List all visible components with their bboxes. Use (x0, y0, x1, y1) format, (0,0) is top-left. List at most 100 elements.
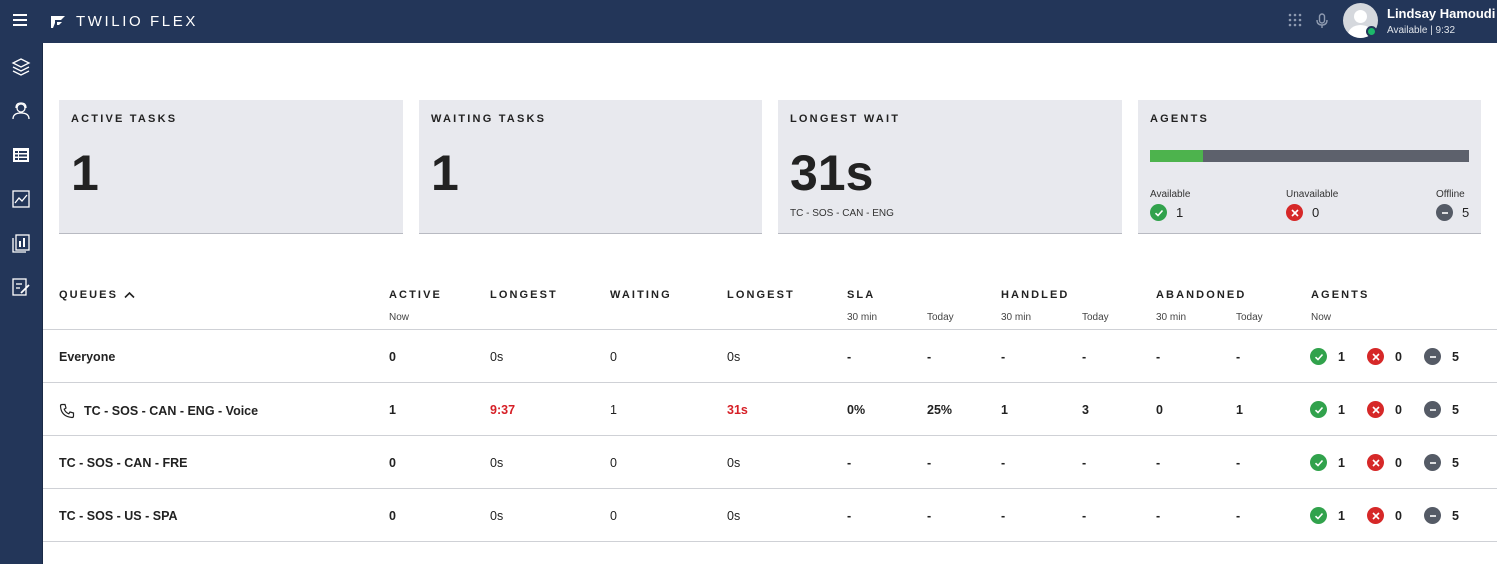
agents-unavailable-count: 0 (1395, 402, 1402, 417)
unavailable-label: Unavailable (1286, 189, 1339, 200)
handled-today: - (1082, 350, 1087, 364)
agents-offline-count: 5 (1452, 508, 1459, 523)
active-column-header[interactable]: ACTIVE (389, 289, 442, 301)
unavailable-agents: 0 (1286, 204, 1319, 221)
hamburger-menu-icon[interactable] (13, 14, 27, 26)
reports-icon[interactable] (11, 233, 31, 253)
queues-stats-icon[interactable] (11, 145, 31, 165)
tasks-icon[interactable] (11, 277, 31, 297)
check-icon (1310, 507, 1327, 524)
agents-available: 1 (1310, 348, 1345, 365)
dialpad-icon[interactable] (1288, 13, 1302, 27)
check-icon (1310, 401, 1327, 418)
offline-count: 5 (1462, 205, 1470, 220)
sla-30min: - (847, 509, 852, 523)
agents-offline-count: 5 (1452, 349, 1459, 364)
queues-table-header: QUEUES ACTIVE LONGEST WAITING LONGEST SL… (43, 280, 1497, 330)
active-now: 0 (389, 350, 396, 364)
available-count: 1 (1176, 205, 1184, 220)
waiting-column-header[interactable]: WAITING (610, 289, 672, 301)
agents-unavailable-count: 0 (1395, 349, 1402, 364)
abandoned-today: - (1236, 456, 1241, 470)
microphone-icon[interactable] (1316, 13, 1328, 29)
longest-waiting: 0s (727, 350, 741, 364)
offline-agents: 5 (1436, 204, 1469, 221)
agents-offline: 5 (1424, 454, 1459, 471)
abandoned-column-header[interactable]: ABANDONED (1156, 289, 1246, 301)
agents-available: 1 (1310, 454, 1345, 471)
sla-today: - (927, 350, 932, 364)
chevron-up-icon[interactable] (124, 291, 135, 299)
agents-offline: 5 (1424, 348, 1459, 365)
handled-30min: - (1001, 456, 1006, 470)
agents-available: 1 (1310, 507, 1345, 524)
agents-available-count: 1 (1338, 402, 1345, 417)
queues-column-header[interactable]: QUEUES (59, 289, 135, 301)
queues-header-label: QUEUES (59, 289, 119, 301)
active-now: 0 (389, 456, 396, 470)
waiting-count: 0 (610, 350, 617, 364)
user-name[interactable]: Lindsay Hamoudi (1387, 6, 1495, 21)
active-tasks-count: 1 (71, 145, 99, 201)
table-row[interactable]: TC - SOS - CAN - FRE 0 0s 0 0s - - - - -… (43, 436, 1497, 489)
offline-label: Offline (1436, 189, 1465, 200)
layers-icon[interactable] (11, 57, 31, 77)
table-row[interactable]: TC - SOS - US - SPA 0 0s 0 0s - - - - - … (43, 489, 1497, 542)
waiting-tasks-tile: WAITING TASKS 1 (419, 100, 762, 234)
agents-availability-bar (1150, 150, 1469, 162)
longest-active: 9:37 (490, 403, 516, 417)
longest-waiting-column-header[interactable]: LONGEST (727, 289, 795, 301)
sla-30min: - (847, 350, 852, 364)
sla-column-header[interactable]: SLA (847, 289, 875, 301)
table-row[interactable]: TC - SOS - CAN - ENG - Voice 1 9:37 1 3 1… (43, 383, 1497, 436)
active-now: 1 (389, 403, 396, 417)
close-icon (1286, 204, 1303, 221)
sla-30min-subheader: 30 min (847, 312, 878, 323)
close-icon (1367, 507, 1384, 524)
phone-icon (59, 403, 75, 419)
agents-offline-count: 5 (1452, 455, 1459, 470)
waiting-count: 0 (610, 509, 617, 523)
queue-name: TC - SOS - CAN - ENG - Voice (59, 403, 258, 419)
handled-column-header[interactable]: HANDLED (1001, 289, 1069, 301)
agents-tile: AGENTS Available 1 Unavailable 0 Offline… (1138, 100, 1481, 234)
sidebar (0, 43, 43, 564)
sla-today: - (927, 509, 932, 523)
agents-offline-count: 5 (1452, 402, 1459, 417)
agents-available: 1 (1310, 401, 1345, 418)
waiting-count: 0 (610, 456, 617, 470)
abandoned-today-subheader: Today (1236, 312, 1263, 323)
tile-title: LONGEST WAIT (790, 113, 901, 125)
agents-available-count: 1 (1338, 349, 1345, 364)
minus-icon (1424, 454, 1441, 471)
agents-icon[interactable] (11, 101, 31, 121)
handled-today: - (1082, 509, 1087, 523)
sla-today-subheader: Today (927, 312, 954, 323)
agents-unavailable: 0 (1367, 454, 1402, 471)
abandoned-30min: - (1156, 350, 1161, 364)
analytics-icon[interactable] (11, 189, 31, 209)
longest-active-column-header[interactable]: LONGEST (490, 289, 558, 301)
queue-name: TC - SOS - US - SPA (59, 509, 178, 523)
app-title: TWILIO FLEX (76, 13, 198, 30)
abandoned-30min-subheader: 30 min (1156, 312, 1187, 323)
agents-offline: 5 (1424, 507, 1459, 524)
agents-offline: 5 (1424, 401, 1459, 418)
longest-active: 0s (490, 456, 504, 470)
agents-column-header[interactable]: AGENTS (1311, 289, 1369, 301)
user-status[interactable]: Available | 9:32 (1387, 25, 1455, 36)
handled-30min: - (1001, 350, 1006, 364)
longest-wait-value: 31s (790, 145, 874, 201)
queue-name: Everyone (59, 350, 115, 364)
flex-logo-icon (51, 15, 65, 28)
handled-30min: 1 (1001, 403, 1008, 417)
app-logo: TWILIO FLEX (50, 13, 198, 30)
agents-now-subheader: Now (1311, 312, 1332, 323)
handled-today: 3 (1082, 403, 1089, 417)
waiting-tasks-count: 1 (431, 145, 459, 201)
tile-title: ACTIVE TASKS (71, 113, 178, 125)
minus-icon (1424, 507, 1441, 524)
table-row[interactable]: Everyone 0 0s 0 0s - - - - - - 1 0 5 (43, 330, 1497, 383)
sla-today: - (927, 456, 932, 470)
queue-name-label: TC - SOS - CAN - FRE (59, 456, 188, 470)
